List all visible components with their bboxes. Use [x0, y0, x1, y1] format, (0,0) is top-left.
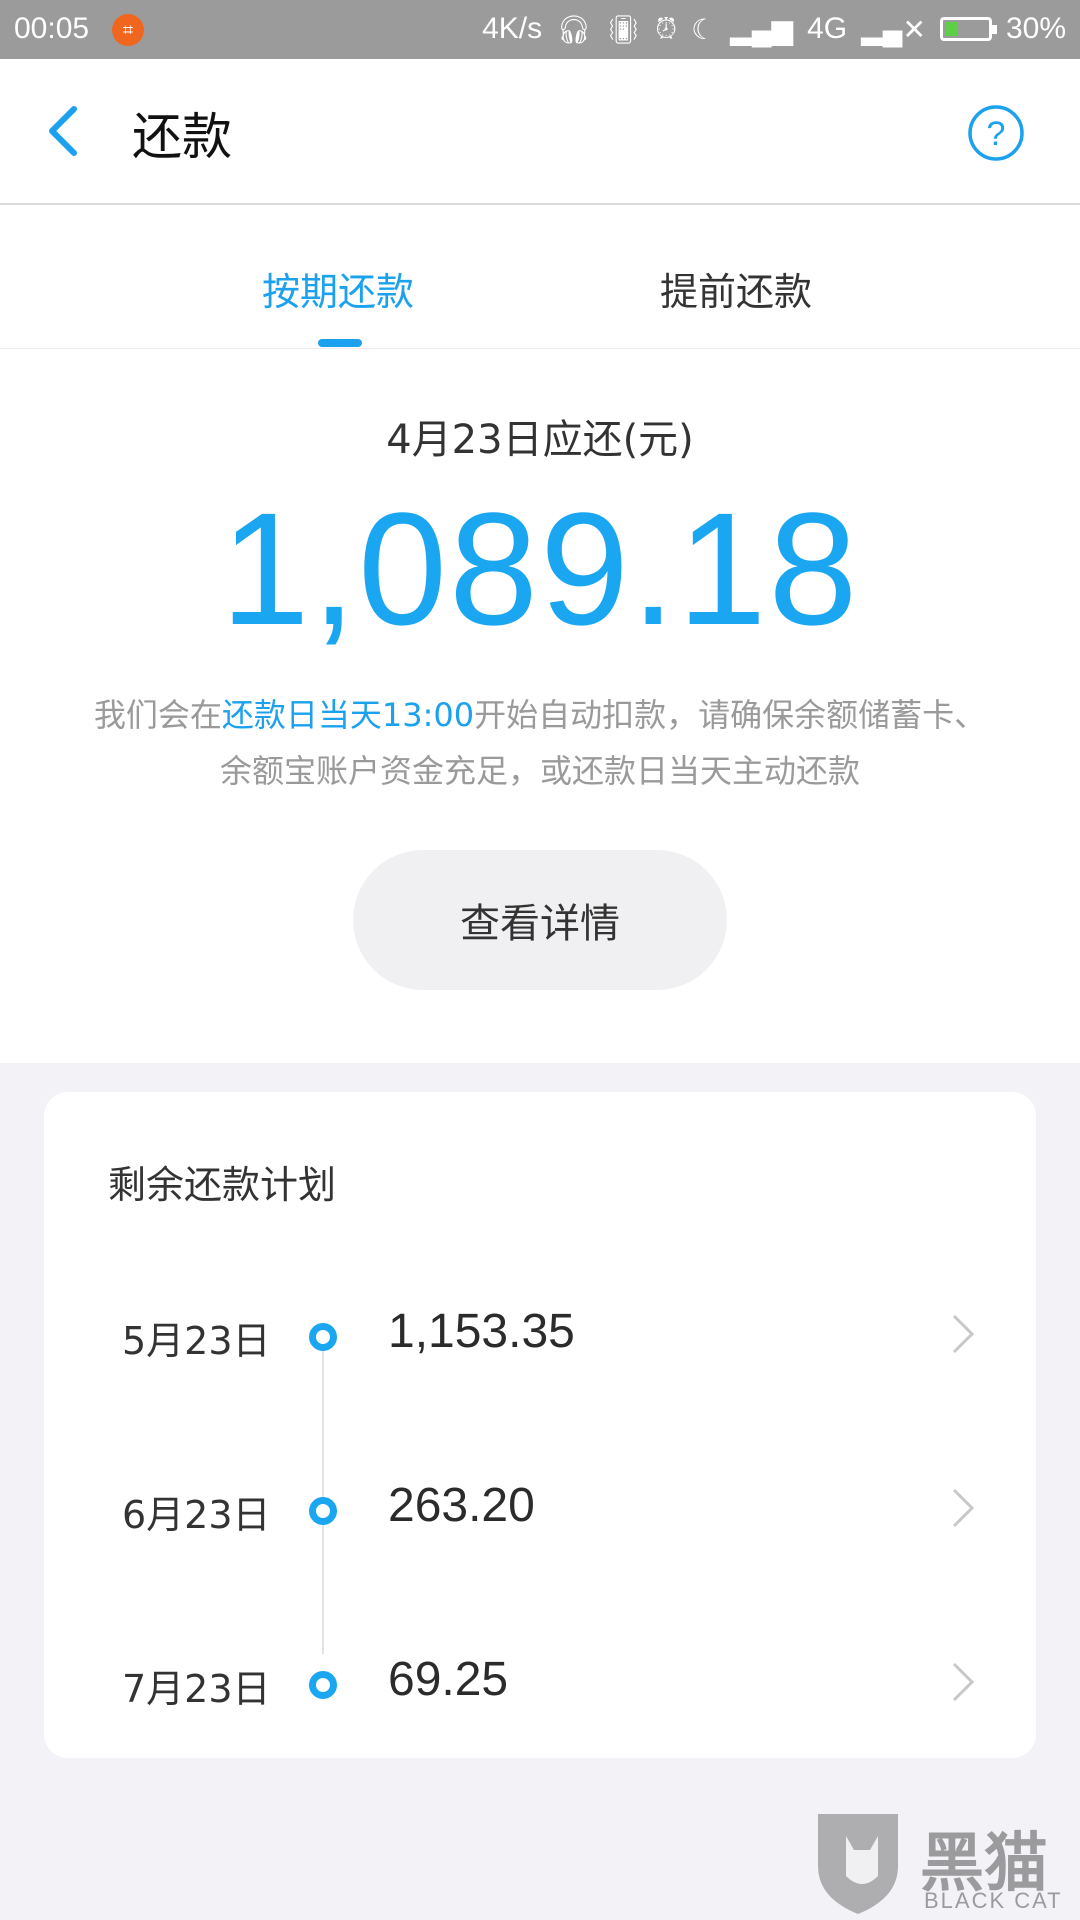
signal-icon: ▂▄▆	[730, 13, 794, 45]
battery-icon	[939, 17, 997, 41]
tab-bar: 按期还款 提前还款	[0, 205, 1080, 349]
view-details-button[interactable]: 查看详情	[353, 850, 727, 990]
plan-date: 7月23日	[122, 1667, 271, 1711]
timeline-dot	[309, 1323, 337, 1351]
chevron-right-icon	[952, 1662, 975, 1702]
watermark-subtext: BLACK CAT	[924, 1888, 1063, 1913]
tab-scheduled-repayment[interactable]: 按期还款	[262, 261, 414, 316]
cat-shield-icon	[818, 1814, 898, 1914]
chevron-left-icon[interactable]	[42, 101, 82, 161]
chevron-right-icon	[952, 1314, 975, 1354]
timeline-dot	[309, 1497, 337, 1525]
notice-highlight: 还款日当天13:00	[221, 696, 475, 734]
network-type: 4G	[807, 12, 848, 45]
page-title: 还款	[132, 108, 232, 166]
alarm-icon: ⏰︎	[655, 12, 678, 44]
due-amount: 1,089.18	[220, 479, 860, 658]
plan-title: 剩余还款计划	[108, 1163, 337, 1207]
plan-date: 6月23日	[122, 1493, 271, 1537]
plan-row[interactable]: 7月23日 69.25	[44, 1630, 1036, 1750]
remaining-plan-card: 剩余还款计划 5月23日 1,153.35 6月23日 263.20 7月23日…	[44, 1092, 1036, 1758]
plan-amount: 69.25	[388, 1653, 509, 1706]
chevron-right-icon	[952, 1488, 975, 1528]
svg-text:?: ?	[987, 115, 1006, 153]
timeline-dot	[309, 1671, 337, 1699]
question-circle-icon[interactable]: ?	[966, 103, 1026, 163]
vibrate-icon: 📳︎	[605, 13, 642, 45]
plan-amount: 1,153.35	[388, 1305, 575, 1358]
net-speed: 4K/s	[482, 12, 543, 45]
battery-percent: 30%	[1005, 12, 1066, 45]
watermark-logo: 黑猫 BLACK CAT	[808, 1806, 1080, 1920]
app-header: 还款 ?	[0, 59, 1080, 205]
signal-off-icon: ▂▄✕	[861, 13, 926, 45]
repayment-summary: 4月23日应还(元) 1,089.18 我们会在还款日当天13:00开始自动扣款…	[0, 349, 1080, 1063]
plan-row[interactable]: 5月23日 1,153.35	[44, 1282, 1036, 1402]
active-tab-indicator	[318, 339, 362, 347]
status-time: 00:05	[14, 12, 90, 45]
crop-icon: ⌗	[112, 14, 144, 46]
headphones-icon: 🎧︎	[556, 13, 592, 45]
moon-icon: ☾	[691, 13, 717, 45]
plan-row[interactable]: 6月23日 263.20	[44, 1456, 1036, 1576]
tab-early-repayment[interactable]: 提前还款	[660, 261, 812, 316]
auto-debit-notice: 我们会在还款日当天13:00开始自动扣款，请确保余额储蓄卡、余额宝账户资金充足，…	[80, 687, 1000, 799]
notice-text-start: 我们会在	[93, 696, 222, 734]
plan-date: 5月23日	[122, 1319, 271, 1363]
status-icons: 4K/s 🎧︎ 📳︎ ⏰︎ ☾ ▂▄▆ 4G ▂▄✕ 30%	[482, 12, 1066, 46]
due-date-label: 4月23日应还(元)	[386, 417, 694, 463]
status-bar: 00:05 ⌗ 4K/s 🎧︎ 📳︎ ⏰︎ ☾ ▂▄▆ 4G ▂▄✕ 30%	[0, 0, 1080, 59]
plan-amount: 263.20	[388, 1479, 535, 1532]
